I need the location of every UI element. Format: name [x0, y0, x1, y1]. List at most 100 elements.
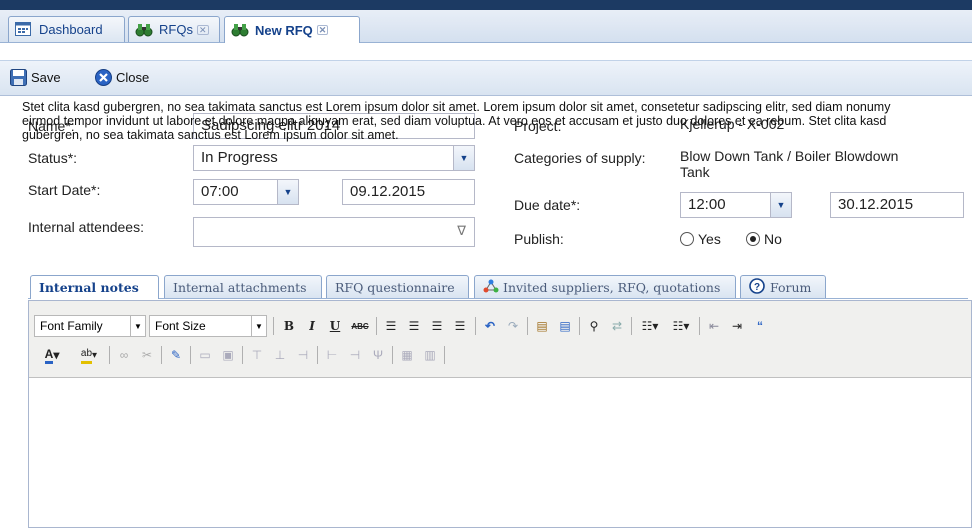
status-value: In Progress: [201, 149, 278, 166]
close-button[interactable]: Close: [95, 69, 149, 86]
form-toolbar: Save Close: [0, 60, 972, 96]
bold-icon[interactable]: B: [280, 316, 298, 336]
internal-attendees-label: Internal attendees:: [28, 219, 144, 235]
status-select[interactable]: In Progress ▼: [193, 145, 475, 171]
chevron-down-icon[interactable]: ▼: [277, 180, 298, 204]
due-time-select[interactable]: 12:00 ▼: [680, 192, 792, 218]
tab-internal-notes[interactable]: Internal notes: [30, 275, 159, 299]
tab-new-rfq[interactable]: New RFQ ✕: [224, 16, 360, 43]
radio-selected-icon[interactable]: [746, 232, 760, 246]
editor-toolbar: Font Family ▼ Font Size ▼ B I U ABC ☰ ☰ …: [29, 301, 971, 378]
edit-html-icon[interactable]: ✎: [167, 345, 185, 365]
chevron-down-icon[interactable]: ▼: [130, 316, 145, 336]
numbered-list-icon[interactable]: ☷▾: [668, 316, 694, 336]
toolbar-separator: [699, 317, 700, 335]
align-right-icon[interactable]: ☰: [428, 316, 446, 336]
tab-label: RFQ questionnaire: [335, 279, 455, 295]
tab-forum[interactable]: ? Forum: [740, 275, 826, 298]
link-icon[interactable]: ∞: [115, 345, 133, 365]
binoculars-icon: [231, 22, 249, 38]
paste-word-icon[interactable]: ▤: [556, 316, 574, 336]
save-label: Save: [31, 70, 61, 85]
bullet-list-icon[interactable]: ☷▾: [637, 316, 663, 336]
delete-row-icon[interactable]: ⊣: [294, 345, 312, 365]
categories-value-line1: Blow Down Tank / Boiler Blowdown: [680, 148, 899, 164]
publish-yes-radio[interactable]: Yes: [680, 231, 721, 247]
start-time-value: 07:00: [201, 183, 239, 200]
align-center-icon[interactable]: ☰: [405, 316, 423, 336]
undo-icon[interactable]: ↶: [481, 316, 499, 336]
toolbar-separator: [161, 346, 162, 364]
tab-rfqs[interactable]: RFQs ✕: [128, 16, 220, 42]
categories-label: Categories of supply:: [514, 150, 646, 166]
font-family-select[interactable]: Font Family ▼: [34, 315, 146, 337]
due-date-input[interactable]: 30.12.2015: [830, 192, 964, 218]
align-justify-icon[interactable]: ☰: [451, 316, 469, 336]
indent-icon[interactable]: ⇥: [728, 316, 746, 336]
close-icon: [95, 69, 112, 86]
font-size-label: Font Size: [155, 319, 206, 333]
tab-internal-attachments[interactable]: Internal attachments: [164, 275, 322, 298]
tab-label: New RFQ: [255, 22, 313, 38]
strikethrough-icon[interactable]: ABC: [349, 316, 371, 336]
due-time-value: 12:00: [688, 196, 726, 213]
replace-icon[interactable]: ⇄: [608, 316, 626, 336]
status-label: Status*:: [28, 150, 78, 166]
insert-col-before-icon[interactable]: ⊢: [323, 345, 341, 365]
tab-label: RFQs: [159, 22, 193, 37]
text-color-icon[interactable]: A ▾: [37, 345, 67, 365]
editor-content[interactable]: Stet clita kasd gubergren, no sea takima…: [22, 100, 922, 142]
close-tab-icon[interactable]: ✕: [316, 25, 329, 35]
unlink-icon[interactable]: ✂: [138, 345, 156, 365]
delete-col-icon[interactable]: Ψ: [369, 345, 387, 365]
insert-row-after-icon[interactable]: ⊥: [271, 345, 289, 365]
paste-text-icon[interactable]: ▤: [533, 316, 551, 336]
toolbar-separator: [631, 317, 632, 335]
close-tab-icon[interactable]: ✕: [196, 24, 209, 35]
help-circle-icon: ?: [749, 277, 765, 297]
toolbar-separator: [273, 317, 274, 335]
toolbar-separator: [527, 317, 528, 335]
toolbar-separator: [579, 317, 580, 335]
insert-col-after-icon[interactable]: ⊣: [346, 345, 364, 365]
save-icon: [10, 69, 27, 86]
split-cells-icon[interactable]: ▦: [398, 345, 416, 365]
font-size-select[interactable]: Font Size ▼: [149, 315, 267, 337]
blockquote-icon[interactable]: “: [751, 316, 769, 336]
chevron-down-icon[interactable]: ▼: [770, 193, 791, 217]
tab-rfq-questionnaire[interactable]: RFQ questionnaire: [326, 275, 469, 298]
chevron-down-icon[interactable]: ▼: [251, 316, 266, 336]
toolbar-separator: [444, 346, 445, 364]
filter-icon[interactable]: ∇: [457, 223, 466, 239]
toolbar-separator: [242, 346, 243, 364]
radio-icon[interactable]: [680, 232, 694, 246]
due-date-label: Due date*:: [514, 197, 581, 213]
start-date-input[interactable]: 09.12.2015: [342, 179, 475, 205]
tab-dashboard[interactable]: Dashboard: [8, 16, 125, 42]
categories-value: Blow Down Tank / Boiler Blowdown Tank: [680, 148, 898, 180]
publish-no-radio[interactable]: No: [746, 231, 782, 247]
font-family-label: Font Family: [40, 319, 103, 333]
internal-attendees-input[interactable]: ∇: [193, 217, 475, 247]
start-time-select[interactable]: 07:00 ▼: [193, 179, 299, 205]
toolbar-separator: [190, 346, 191, 364]
chevron-down-icon[interactable]: ▼: [453, 146, 474, 170]
highlight-color-icon[interactable]: ab ▾: [73, 345, 105, 365]
merge-cells-icon[interactable]: ▥: [421, 345, 439, 365]
binoculars-icon: [135, 22, 153, 38]
toolbar-separator: [109, 346, 110, 364]
outdent-icon[interactable]: ⇤: [705, 316, 723, 336]
find-icon[interactable]: ⚲: [585, 316, 603, 336]
align-left-icon[interactable]: ☰: [382, 316, 400, 336]
window-top-bar: [0, 0, 972, 10]
table-row-icon[interactable]: ▭: [196, 345, 214, 365]
underline-icon[interactable]: U: [326, 316, 344, 336]
table-cell-icon[interactable]: ▣: [219, 345, 237, 365]
insert-row-before-icon[interactable]: ⊤: [248, 345, 266, 365]
italic-icon[interactable]: I: [303, 316, 321, 336]
redo-icon[interactable]: ↷: [504, 316, 522, 336]
tab-label: Dashboard: [39, 22, 103, 37]
tab-invited-suppliers[interactable]: Invited suppliers, RFQ, quotations: [474, 275, 736, 298]
save-button[interactable]: Save: [10, 69, 61, 86]
publish-label: Publish:: [514, 231, 564, 247]
